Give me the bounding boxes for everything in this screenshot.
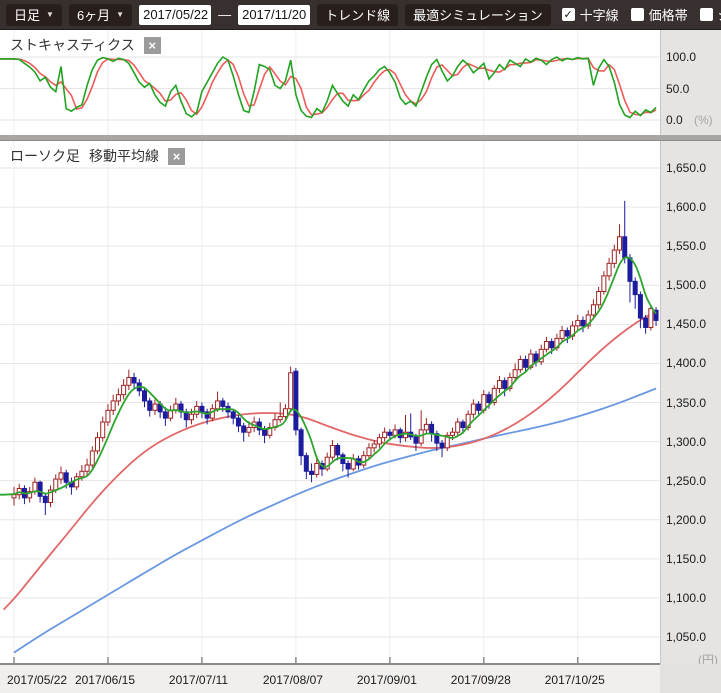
candlestick-panel: ローソク足 移動平均線 × 1,650.0 1,600.0 1,550.0 1,500… [0,141,721,664]
price-axis-label: 1,100.0 [666,591,706,605]
checkbox-crosshair[interactable]: ✓ 十字線 [562,5,619,24]
stochastics-panel: ストキャスティクス × 100.0 50.0 0.0 (%) [0,30,721,135]
unchecked-checkbox-icon [700,8,713,21]
stoch-axis-label: 0.0 [666,113,683,127]
date-range-separator: — [218,7,231,22]
toolbar-checkboxes: ✓ 十字線 価格帯 シミュレーション [558,5,721,24]
toolbar: 日足 ▼ 6ヶ月 ▼ 2017/05/22 — 2017/11/20 トレンド線… [0,0,721,30]
optimal-simulation-button[interactable]: 最適シミュレーション [405,4,550,26]
chevron-down-icon: ▼ [116,10,124,19]
x-axis-line [0,663,660,665]
period-dropdown[interactable]: 6ヶ月 ▼ [69,4,132,26]
price-axis-label: 1,550.0 [666,239,706,253]
price-axis-label: 1,650.0 [666,161,706,175]
candlestick-tab: ローソク足 [10,146,80,166]
end-date-input[interactable]: 2017/11/20 [238,5,310,25]
x-axis: 2017/05/22 2017/06/15 2017/07/11 2017/08/07… [0,664,721,693]
price-axis-label: 1,500.0 [666,278,706,292]
price-axis-label: 1,150.0 [666,552,706,566]
date-axis-label: 2017/05/22 [7,673,67,687]
candle-type-dropdown[interactable]: 日足 ▼ [6,4,62,26]
price-axis-label: 1,450.0 [666,317,706,331]
checkbox-price-band[interactable]: 価格帯 [631,5,688,24]
date-axis-label: 2017/08/07 [263,673,323,687]
date-axis-label: 2017/06/15 [75,673,135,687]
price-axis-label: 1,600.0 [666,200,706,214]
checkbox-label: 十字線 [580,5,619,24]
price-axis-label: 1,050.0 [666,630,706,644]
checked-checkbox-icon: ✓ [562,8,575,21]
stoch-axis-label: 50.0 [666,82,689,96]
date-axis-label: 2017/10/25 [545,673,605,687]
price-axis-label: 1,300.0 [666,435,706,449]
candlestick-chart[interactable] [0,141,660,664]
stochastics-unit-label: (%) [694,113,713,127]
date-axis-label: 2017/07/11 [169,673,228,687]
date-axis-label: 2017/09/01 [357,673,417,687]
chevron-down-icon: ▼ [46,10,54,19]
stoch-axis-label: 100.0 [666,50,696,64]
stochastics-panel-tag: ストキャスティクス × [10,35,161,55]
stock-chart-app: 日足 ▼ 6ヶ月 ▼ 2017/05/22 — 2017/11/20 トレンド線… [0,0,721,693]
price-axis-label: 1,400.0 [666,356,706,370]
close-stochastics-button[interactable]: × [144,37,161,54]
unchecked-checkbox-icon [631,8,644,21]
stochastics-title: ストキャスティクス [10,35,135,55]
price-axis-label: 1,250.0 [666,474,706,488]
period-label: 6ヶ月 [77,5,110,24]
trend-line-button[interactable]: トレンド線 [317,4,398,26]
close-moving-average-button[interactable]: × [168,148,185,165]
date-axis-label: 2017/09/28 [451,673,511,687]
moving-average-tab: 移動平均線 [89,146,159,166]
candlestick-panel-tag: ローソク足 移動平均線 × [10,146,185,166]
price-axis-label: 1,350.0 [666,396,706,410]
candle-type-label: 日足 [14,5,40,24]
start-date-input[interactable]: 2017/05/22 [139,5,211,25]
checkbox-simulation[interactable]: シミュレーション [700,5,721,24]
checkbox-label: 価格帯 [649,5,688,24]
x-axis-corner [660,664,721,693]
checkbox-label: シミュレーション [718,5,721,24]
price-axis-label: 1,200.0 [666,513,706,527]
